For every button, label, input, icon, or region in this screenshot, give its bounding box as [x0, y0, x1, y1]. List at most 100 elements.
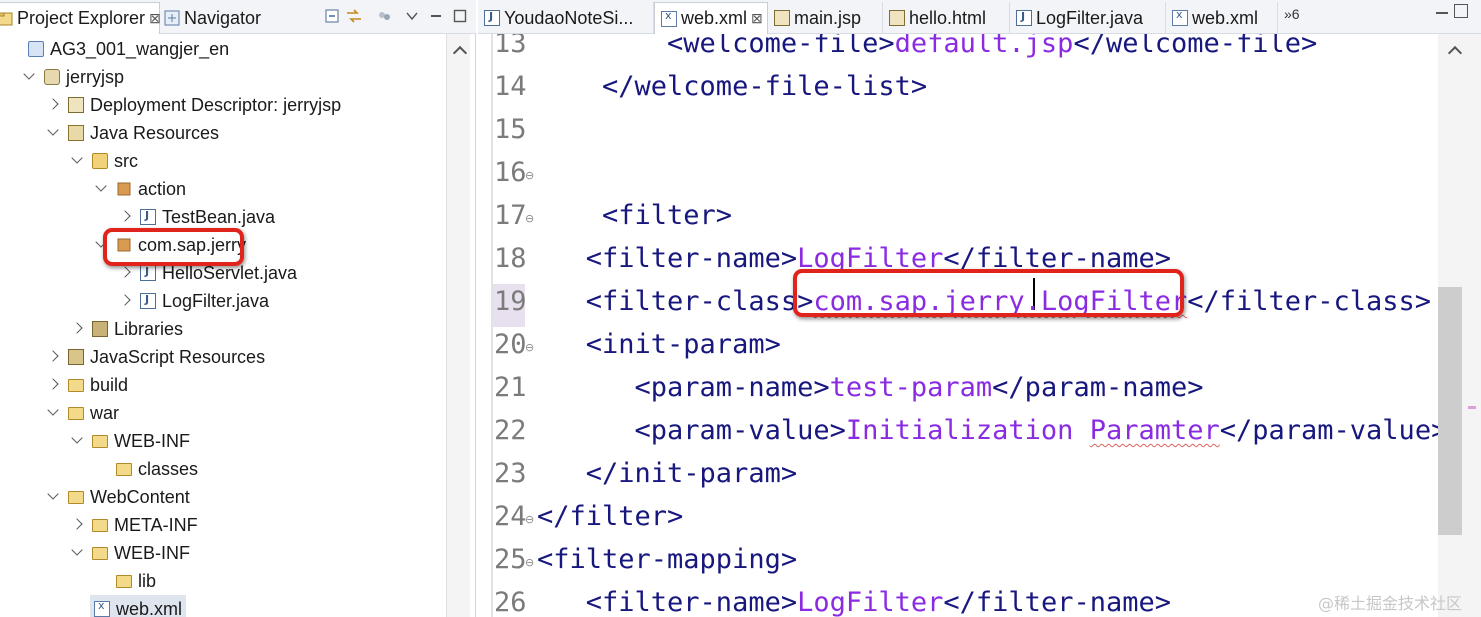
tree-item-label: WEB-INF — [114, 430, 190, 451]
scroll-up-icon[interactable] — [1448, 44, 1460, 56]
project-icon — [28, 41, 44, 57]
chevron-right-icon[interactable] — [118, 294, 132, 308]
project-explorer-icon — [0, 11, 13, 27]
fold-toggle-icon[interactable]: ⊖ — [525, 513, 534, 526]
source-folder-icon — [92, 153, 108, 169]
xml-tag: </filter-name> — [943, 243, 1171, 274]
collapse-all-icon[interactable] — [322, 6, 342, 26]
scroll-up-icon[interactable] — [453, 44, 465, 56]
chevron-down-icon[interactable] — [22, 70, 36, 84]
tree-item[interactable]: lib — [0, 567, 156, 595]
chevron-right-icon[interactable] — [118, 210, 132, 224]
libraries-icon — [92, 321, 108, 337]
chevron-down-icon[interactable] — [70, 434, 84, 448]
tree-item[interactable]: WEB-INF — [0, 427, 190, 455]
tree-item[interactable]: LogFilter.java — [0, 287, 269, 315]
tree-item[interactable]: AG3_001_wangjer_en — [0, 35, 229, 63]
tree-item[interactable]: HelloServlet.java — [0, 259, 297, 287]
xml-source-editor[interactable]: 13 <welcome-file>default.jsp</welcome-fi… — [478, 34, 1438, 617]
chevron-down-icon[interactable] — [46, 406, 60, 420]
vertical-scrollbar[interactable] — [446, 34, 470, 617]
editor-tab[interactable]: web.xml — [1166, 2, 1278, 34]
tab-overflow-button[interactable]: »6 — [1284, 6, 1300, 22]
tree-item-label: action — [138, 178, 187, 199]
project-explorer-tabbar: Project Explorer ⊠ Navigator — [0, 0, 476, 34]
folder-icon — [68, 378, 84, 392]
fold-toggle-icon[interactable]: ⊖ — [525, 341, 534, 354]
chevron-down-icon[interactable] — [94, 238, 108, 252]
editor-tab[interactable]: web.xml⊠ — [654, 2, 768, 34]
xml-tag: <filter-name> — [537, 587, 798, 617]
xml-tag: <filter> — [537, 200, 733, 231]
editor-tab[interactable]: YoudaoNoteSi... — [478, 2, 654, 34]
scrollbar-thumb[interactable] — [1438, 287, 1462, 535]
chevron-down-icon[interactable] — [70, 546, 84, 560]
editor-tabbar: YoudaoNoteSi...web.xml⊠main.jsphello.htm… — [478, 0, 1481, 34]
chevron-right-icon[interactable] — [70, 322, 84, 336]
editor-tab[interactable]: hello.html — [883, 2, 1010, 34]
watermark: @稀土掘金技术社区 — [1318, 594, 1463, 613]
xml-tag: <filter-mapping> — [537, 544, 798, 575]
chevron-right-icon[interactable] — [46, 378, 60, 392]
tree-item-label: Deployment Descriptor: jerryjsp — [90, 94, 342, 115]
xml-tag: <param-name> — [537, 372, 830, 403]
line-number: 26 — [494, 587, 527, 617]
chevron-right-icon[interactable] — [70, 518, 84, 532]
tree-item[interactable]: src — [0, 147, 138, 175]
chevron-right-icon[interactable] — [118, 266, 132, 280]
tab-project-explorer[interactable]: Project Explorer ⊠ — [0, 2, 161, 34]
chevron-down-icon[interactable] — [70, 154, 84, 168]
tree-item-label: HelloServlet.java — [162, 262, 298, 283]
tree-item[interactable]: action — [0, 175, 186, 203]
link-with-editor-icon[interactable] — [344, 6, 364, 26]
chevron-right-icon[interactable] — [46, 98, 60, 112]
tree-item[interactable]: war — [0, 399, 119, 427]
close-icon[interactable]: ⊠ — [149, 10, 161, 27]
fold-toggle-icon[interactable]: ⊖ — [525, 169, 534, 182]
tree-item[interactable]: com.sap.jerry — [0, 231, 246, 259]
maximize-icon[interactable] — [450, 6, 470, 26]
minimize-icon[interactable] — [1434, 4, 1450, 20]
tree-item[interactable]: Deployment Descriptor: jerryjsp — [0, 91, 341, 119]
editor-tab-label: hello.html — [909, 7, 987, 28]
tree-item-label: LogFilter.java — [162, 290, 270, 311]
tab-navigator[interactable]: Navigator — [164, 2, 270, 34]
tree-item[interactable]: META-INF — [0, 511, 198, 539]
tree-item[interactable]: jerryjsp — [0, 63, 124, 91]
overview-ruler-marker[interactable] — [1468, 406, 1476, 409]
editor-tab[interactable]: LogFilter.java — [1010, 2, 1166, 34]
tree-item-label: Java Resources — [90, 122, 220, 143]
folder-icon — [92, 546, 108, 560]
tree-item-label: WEB-INF — [114, 542, 190, 563]
folder-icon — [92, 518, 108, 532]
close-icon[interactable]: ⊠ — [751, 10, 763, 27]
tree-item[interactable]: build — [0, 371, 128, 399]
tree-item-label: src — [114, 150, 138, 171]
focus-icon[interactable] — [374, 6, 394, 26]
fold-toggle-icon[interactable]: ⊖ — [525, 212, 534, 225]
line-number: 25 — [494, 544, 527, 575]
chevron-down-icon[interactable] — [46, 126, 60, 140]
tree-item[interactable]: TestBean.java — [0, 203, 275, 231]
xml-tag: </welcome-file-list> — [537, 71, 928, 102]
tree-item[interactable]: JavaScript Resources — [0, 343, 265, 371]
chevron-right-icon[interactable] — [46, 350, 60, 364]
editor-scrollbar[interactable] — [1438, 34, 1481, 617]
tree-item[interactable]: classes — [0, 455, 198, 483]
tree-item[interactable]: web.xml — [90, 595, 187, 617]
tree-item[interactable]: WEB-INF — [0, 539, 190, 567]
chevron-down-icon[interactable] — [94, 182, 108, 196]
web-project-icon — [44, 69, 60, 85]
minimize-icon[interactable] — [426, 6, 446, 26]
view-menu-icon[interactable] — [402, 6, 422, 26]
chevron-down-icon[interactable] — [46, 490, 60, 504]
editor-tab[interactable]: main.jsp — [768, 2, 883, 34]
line-number: 19 — [494, 286, 527, 317]
maximize-icon[interactable] — [1454, 4, 1468, 18]
tree-item[interactable]: Libraries — [0, 315, 183, 343]
fold-toggle-icon[interactable]: ⊖ — [525, 556, 534, 569]
tree-item-label: lib — [138, 570, 157, 591]
tree-item[interactable]: Java Resources — [0, 119, 219, 147]
tree-item[interactable]: WebContent — [0, 483, 190, 511]
